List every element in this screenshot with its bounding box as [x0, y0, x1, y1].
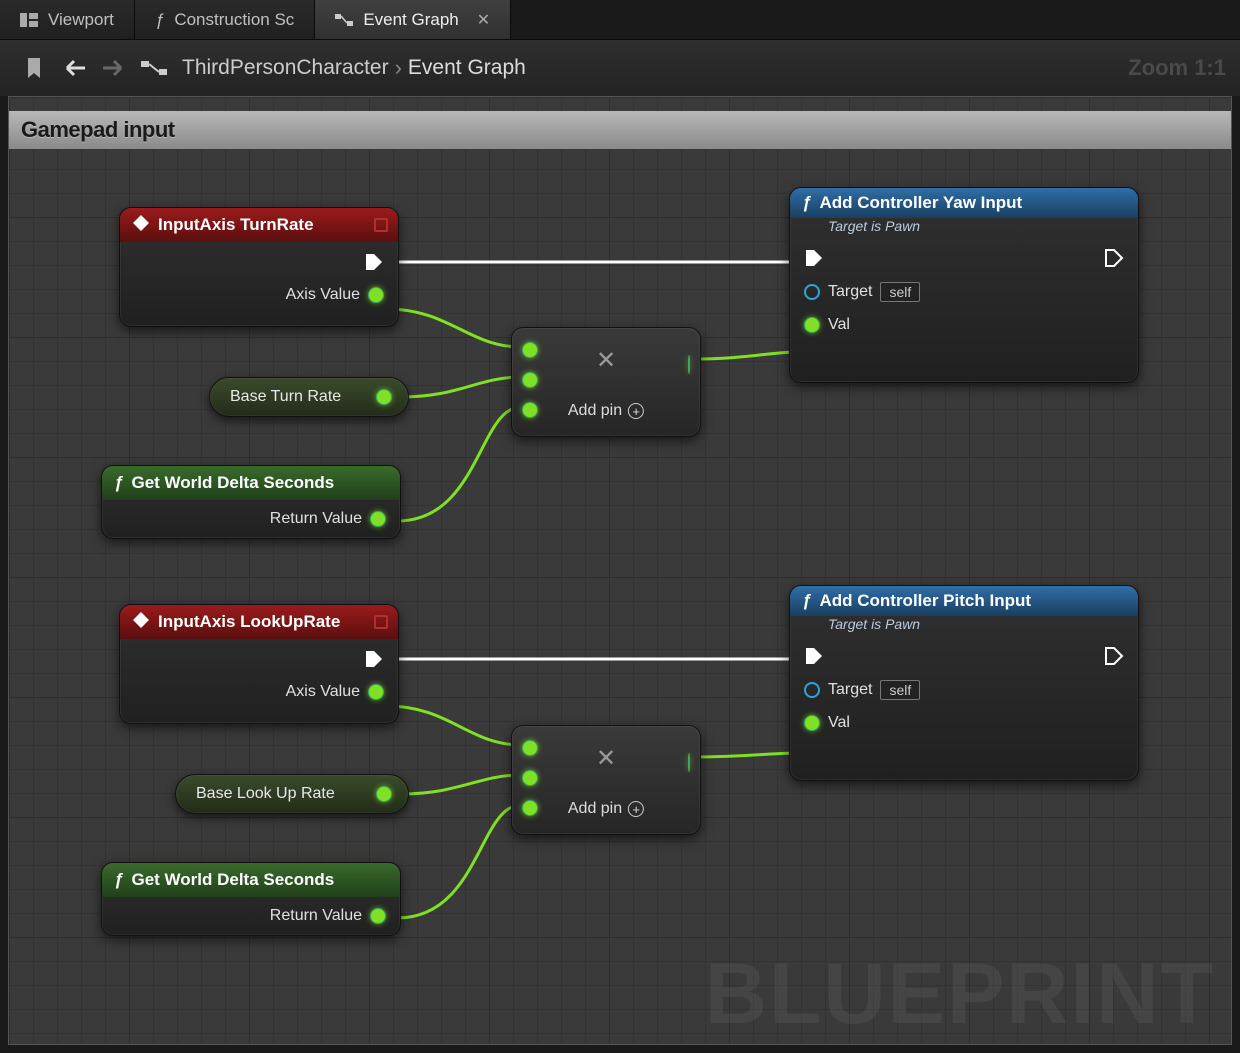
breakpoint-toggle[interactable] [374, 615, 388, 629]
pin-dot-icon[interactable] [376, 786, 392, 802]
var-label: Base Turn Rate [230, 388, 341, 406]
exec-in-pin[interactable] [804, 646, 824, 666]
node-multiply-2[interactable]: ✕ Add pin + [511, 725, 701, 835]
zoom-label: Zoom 1:1 [1128, 55, 1226, 81]
pin-dot-icon [804, 715, 820, 731]
node-multiply-1[interactable]: ✕ Add pin + [511, 327, 701, 437]
function-icon: ƒ [802, 591, 811, 611]
target-pin[interactable]: Target self [804, 282, 920, 302]
pin-dot-icon [368, 684, 384, 700]
node-header[interactable]: InputAxis TurnRate [120, 208, 398, 242]
pin-dot-icon[interactable] [376, 389, 392, 405]
exec-out-pin[interactable] [364, 252, 384, 272]
exec-out-pin[interactable] [364, 649, 384, 669]
node-title: Get World Delta Seconds [131, 870, 334, 890]
node-base-look-up-rate[interactable]: Base Look Up Rate [175, 774, 409, 814]
tab-label: Construction Sc [174, 10, 294, 30]
plus-icon: + [628, 801, 644, 817]
event-icon [132, 214, 150, 237]
event-icon [132, 611, 150, 634]
axis-value-pin[interactable]: Axis Value [286, 683, 384, 701]
val-pin[interactable]: Val [804, 714, 850, 732]
node-header[interactable]: ƒ Get World Delta Seconds [102, 466, 400, 500]
var-label: Base Look Up Rate [196, 785, 335, 803]
back-button[interactable] [54, 48, 94, 88]
watermark: BLUEPRINT [705, 945, 1215, 1044]
breadcrumb-root[interactable]: ThirdPersonCharacter [182, 56, 389, 80]
node-header[interactable]: ƒ Add Controller Pitch Input [790, 586, 1138, 616]
pin-dot-icon [370, 908, 386, 924]
target-pin[interactable]: Target self [804, 680, 920, 700]
mult-in-pin-3[interactable] [522, 800, 538, 816]
pin-dot-icon [804, 317, 820, 333]
node-subtitle: Target is Pawn [790, 616, 1138, 636]
function-icon: ƒ [155, 10, 164, 30]
node-title: Get World Delta Seconds [131, 473, 334, 493]
toolbar: ThirdPersonCharacter › Event Graph Zoom … [0, 40, 1240, 96]
node-title: Add Controller Yaw Input [819, 193, 1022, 213]
breadcrumb-current[interactable]: Event Graph [408, 56, 526, 80]
node-header[interactable]: ƒ Get World Delta Seconds [102, 863, 400, 897]
node-inputaxis-turnrate[interactable]: InputAxis TurnRate Axis Value [119, 207, 399, 327]
bookmark-button[interactable] [14, 48, 54, 88]
node-subtitle: Target is Pawn [790, 218, 1138, 238]
comment-title[interactable]: Gamepad input [9, 111, 1231, 149]
return-value-pin[interactable]: Return Value [270, 907, 386, 925]
node-title: InputAxis TurnRate [158, 215, 314, 235]
node-get-world-delta-seconds-2[interactable]: ƒ Get World Delta Seconds Return Value [101, 862, 401, 936]
mult-in-pin-2[interactable] [522, 372, 538, 388]
function-icon: ƒ [802, 193, 811, 213]
breakpoint-toggle[interactable] [374, 218, 388, 232]
graph-icon [335, 12, 353, 28]
pin-dot-icon [368, 287, 384, 303]
graph-nav-button[interactable] [134, 48, 174, 88]
plus-icon: + [628, 403, 644, 419]
function-icon: ƒ [114, 870, 123, 890]
node-header[interactable]: InputAxis LookUpRate [120, 605, 398, 639]
graph-canvas[interactable]: Gamepad input BLUEPRINT InputAxis TurnRa… [8, 96, 1232, 1045]
tab-construction[interactable]: ƒ Construction Sc [135, 0, 315, 39]
mult-in-pin-1[interactable] [522, 740, 538, 756]
node-header[interactable]: ƒ Add Controller Yaw Input [790, 188, 1138, 218]
tab-label: Event Graph [363, 10, 458, 30]
pin-dot-icon [370, 511, 386, 527]
pin-dot-icon [804, 284, 820, 300]
return-value-pin[interactable]: Return Value [270, 510, 386, 528]
add-pin-button[interactable]: Add pin + [568, 402, 644, 420]
mult-in-pin-3[interactable] [522, 402, 538, 418]
self-value: self [880, 680, 920, 700]
tab-bar: Viewport ƒ Construction Sc Event Graph ✕ [0, 0, 1240, 40]
val-pin[interactable]: Val [804, 316, 850, 334]
tab-label: Viewport [48, 10, 114, 30]
node-title: Add Controller Pitch Input [819, 591, 1031, 611]
close-icon[interactable]: ✕ [477, 10, 490, 30]
pin-dot-icon [804, 682, 820, 698]
tab-viewport[interactable]: Viewport [0, 0, 135, 39]
node-get-world-delta-seconds-1[interactable]: ƒ Get World Delta Seconds Return Value [101, 465, 401, 539]
exec-out-pin[interactable] [1104, 646, 1124, 666]
viewport-icon [20, 13, 38, 27]
node-base-turn-rate[interactable]: Base Turn Rate [209, 377, 409, 417]
breadcrumb: ThirdPersonCharacter › Event Graph [182, 55, 526, 81]
chevron-right-icon: › [395, 55, 402, 81]
mult-out-pin[interactable] [688, 753, 690, 772]
multiply-icon: ✕ [596, 346, 616, 375]
exec-out-pin[interactable] [1104, 248, 1124, 268]
exec-in-pin[interactable] [804, 248, 824, 268]
mult-in-pin-2[interactable] [522, 770, 538, 786]
node-add-controller-pitch-input[interactable]: ƒ Add Controller Pitch Input Target is P… [789, 585, 1139, 781]
mult-in-pin-1[interactable] [522, 342, 538, 358]
tab-event-graph[interactable]: Event Graph ✕ [315, 0, 511, 39]
node-add-controller-yaw-input[interactable]: ƒ Add Controller Yaw Input Target is Paw… [789, 187, 1139, 383]
function-icon: ƒ [114, 473, 123, 493]
node-inputaxis-lookuprate[interactable]: InputAxis LookUpRate Axis Value [119, 604, 399, 724]
forward-button[interactable] [94, 48, 134, 88]
axis-value-pin[interactable]: Axis Value [286, 286, 384, 304]
mult-out-pin[interactable] [688, 355, 690, 374]
add-pin-button[interactable]: Add pin + [568, 800, 644, 818]
node-title: InputAxis LookUpRate [158, 612, 340, 632]
multiply-icon: ✕ [596, 744, 616, 773]
self-value: self [880, 282, 920, 302]
